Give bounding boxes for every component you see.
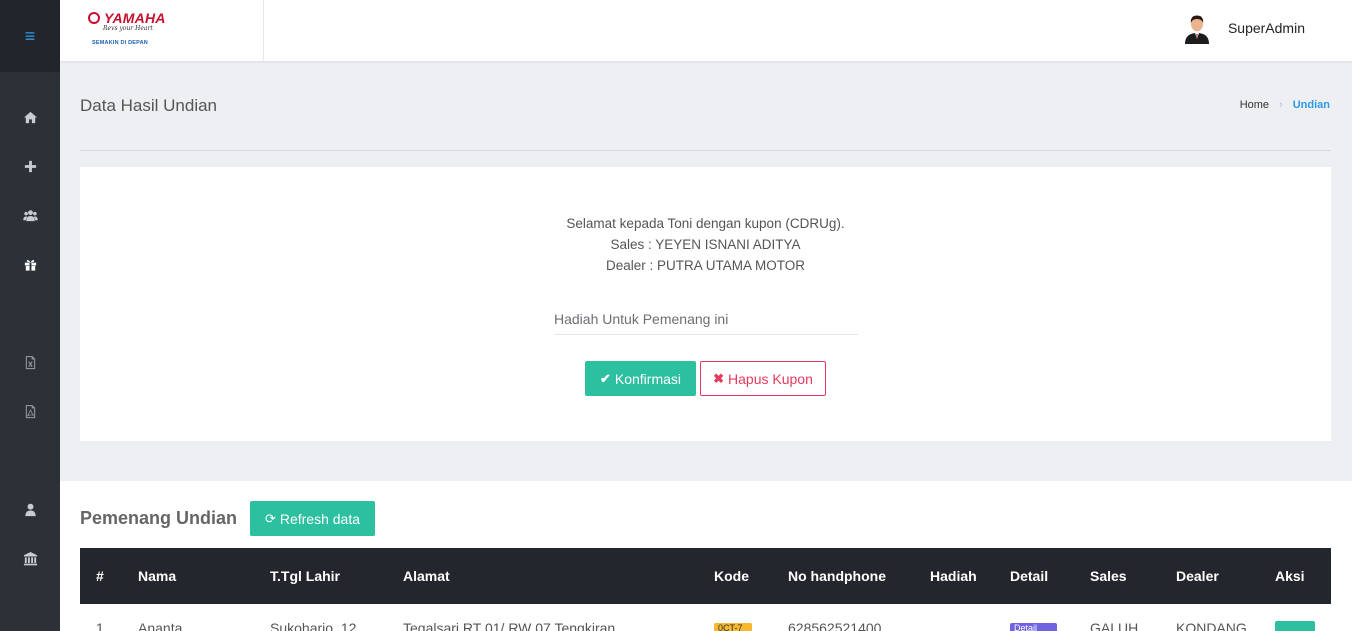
- column-header-nama[interactable]: Nama: [138, 548, 176, 604]
- detail-badge[interactable]: Detail: [1010, 623, 1057, 631]
- cell-no-handphone: 628562521400: [788, 620, 882, 631]
- column-header-hadiah[interactable]: Hadiah: [930, 548, 977, 604]
- column-header-no-handphone[interactable]: No handphone: [788, 548, 886, 604]
- winner-message: Selamat kepada Toni dengan kupon (CDRUg)…: [566, 216, 845, 231]
- breadcrumb-home[interactable]: Home: [1240, 99, 1269, 111]
- delete-coupon-button[interactable]: ✖ Hapus Kupon: [700, 361, 826, 396]
- avatar: [1183, 12, 1211, 44]
- chevron-right-icon: ›: [1279, 99, 1283, 111]
- user-name: SuperAdmin: [1227, 20, 1305, 36]
- column-header-aksi[interactable]: Aksi: [1275, 548, 1305, 604]
- bank-icon: [23, 551, 37, 565]
- user-menu[interactable]: SuperAdmin: [1183, 12, 1305, 44]
- column-header-detail[interactable]: Detail: [1010, 548, 1048, 604]
- column-header-alamat[interactable]: Alamat: [403, 548, 450, 604]
- table-header: # Nama T.Tgl Lahir Alamat Kode No handph…: [80, 548, 1331, 604]
- table-row: 1 Ananta Sukoharjo, 12 Tegalsari RT 01/ …: [80, 604, 1331, 631]
- gift-icon: [24, 259, 36, 271]
- close-icon: ✖: [713, 370, 725, 386]
- logo-tagline: Revs your Heart: [103, 25, 153, 32]
- breadcrumb-current: Undian: [1292, 99, 1330, 111]
- row-action-button[interactable]: [1275, 621, 1315, 631]
- page-title: Data Hasil Undian: [80, 96, 218, 115]
- check-icon: ✔: [599, 370, 611, 386]
- refresh-button[interactable]: ⟳ Refresh data: [250, 501, 375, 536]
- winner-announcement: Selamat kepada Toni dengan kupon (CDRUg)…: [80, 213, 1331, 276]
- column-header-sales[interactable]: Sales: [1090, 548, 1127, 604]
- refresh-label: Refresh data: [279, 510, 361, 527]
- cell-nama: Ananta: [138, 620, 183, 631]
- sidebar-item-add[interactable]: [0, 154, 60, 178]
- sidebar: ≡: [0, 0, 60, 631]
- column-header-dealer[interactable]: Dealer: [1176, 548, 1219, 604]
- confirm-button[interactable]: ✔ Konfirmasi: [585, 361, 696, 396]
- cell-number: 1: [96, 620, 104, 631]
- user-icon: [24, 503, 36, 516]
- winners-panel: Pemenang Undian ⟳ Refresh data # Nama T.…: [60, 481, 1352, 631]
- logo-brand: YAMAHA: [104, 10, 166, 26]
- cell-alamat: Tegalsari RT 01/ RW 07 Tengkiran: [403, 620, 616, 631]
- excel-file-icon: [25, 355, 35, 369]
- delete-coupon-label: Hapus Kupon: [728, 370, 813, 387]
- winner-card: Selamat kepada Toni dengan kupon (CDRUg)…: [80, 167, 1331, 441]
- winner-dealer: Dealer : PUTRA UTAMA MOTOR: [605, 258, 806, 273]
- sidebar-item-home[interactable]: [0, 105, 60, 129]
- sidebar-toggle[interactable]: ≡: [0, 0, 60, 72]
- cell-sales: GALUH: [1090, 620, 1139, 631]
- refresh-icon: ⟳: [264, 510, 276, 526]
- sidebar-item-users[interactable]: [0, 203, 60, 227]
- winner-sales: Sales : YEYEN ISNANI ADITYA: [610, 237, 801, 252]
- yamaha-emblem-icon: [88, 12, 100, 24]
- top-navbar: YAMAHA Revs your Heart SEMAKIN DI DEPAN …: [60, 0, 1352, 61]
- sidebar-item-profile[interactable]: [0, 497, 60, 521]
- plus-icon: [24, 160, 36, 172]
- home-icon: [23, 111, 37, 123]
- kode-badge: 0CT-7: [714, 623, 752, 631]
- users-icon: [22, 209, 38, 221]
- sidebar-item-undian[interactable]: [0, 252, 60, 276]
- pdf-file-icon: [25, 404, 35, 418]
- breadcrumb: Home › Undian: [1240, 99, 1330, 111]
- hamburger-icon[interactable]: ≡: [25, 27, 36, 45]
- cell-ttl: Sukoharjo, 12: [270, 620, 357, 631]
- cell-dealer: KONDANG: [1176, 620, 1247, 631]
- column-header-kode[interactable]: Kode: [714, 548, 749, 604]
- sidebar-item-export-pdf[interactable]: [0, 399, 60, 423]
- prize-input[interactable]: [554, 304, 858, 335]
- confirm-label: Konfirmasi: [614, 370, 682, 387]
- winners-title: Pemenang Undian: [80, 508, 238, 528]
- column-header-number[interactable]: #: [96, 548, 104, 604]
- brand-logo[interactable]: YAMAHA Revs your Heart SEMAKIN DI DEPAN: [60, 0, 264, 61]
- sidebar-item-export-excel[interactable]: [0, 350, 60, 374]
- logo-subtitle: SEMAKIN DI DEPAN: [92, 40, 148, 46]
- header-divider: [80, 150, 1331, 151]
- column-header-ttl[interactable]: T.Tgl Lahir: [270, 548, 340, 604]
- sidebar-item-bank[interactable]: [0, 546, 60, 570]
